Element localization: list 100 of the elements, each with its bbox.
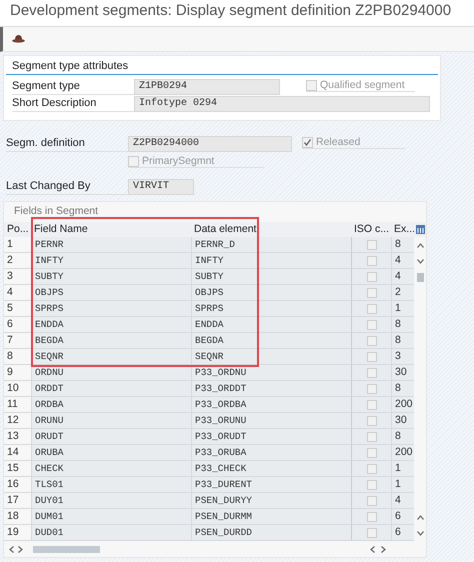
scroll-thumb[interactable] bbox=[416, 272, 424, 282]
iso-checkbox[interactable] bbox=[366, 304, 376, 314]
table-cell: PSEN_DURDD bbox=[191, 525, 351, 541]
column-header[interactable]: Data element bbox=[191, 222, 351, 237]
table-cell: 2 bbox=[391, 285, 414, 301]
iso-checkbox[interactable] bbox=[366, 432, 376, 442]
table-cell: BEGDA bbox=[191, 333, 351, 349]
input-field[interactable]: VIRVIT bbox=[128, 178, 194, 194]
table-cell: INFTY bbox=[191, 253, 351, 269]
table-cell: PERNR bbox=[31, 237, 191, 253]
table-cell: PERNR_D bbox=[191, 237, 351, 253]
scroll-down-icon[interactable] bbox=[416, 530, 424, 536]
iso-checkbox[interactable] bbox=[366, 528, 376, 538]
scroll-right-icon[interactable] bbox=[381, 546, 386, 552]
table-cell: SEQNR bbox=[31, 349, 191, 365]
table-cell: TLS01 bbox=[31, 477, 191, 493]
checkbox-icon[interactable] bbox=[128, 156, 139, 166]
input-field[interactable]: Z1PB0294 bbox=[134, 78, 280, 94]
input-field[interactable]: Infotype 0294 bbox=[134, 96, 430, 112]
table-cell: 6 bbox=[391, 525, 414, 541]
scroll-down-icon[interactable] bbox=[416, 258, 424, 264]
iso-checkbox[interactable] bbox=[366, 272, 376, 282]
iso-checkbox[interactable] bbox=[366, 288, 376, 298]
table-cell: ORUNU bbox=[31, 413, 191, 429]
row-number: 3 bbox=[4, 269, 31, 285]
row-number: 15 bbox=[4, 461, 31, 477]
table-cell: DUD01 bbox=[31, 525, 191, 541]
row-number: 12 bbox=[4, 413, 31, 429]
row-number: 11 bbox=[4, 397, 31, 413]
row-number: 13 bbox=[4, 429, 31, 445]
table-cell: 1 bbox=[391, 477, 414, 493]
column-settings-icon[interactable] bbox=[416, 225, 424, 234]
table-cell: P33_ORUBA bbox=[191, 445, 351, 461]
iso-checkbox[interactable] bbox=[366, 384, 376, 394]
table-cell: P33_ORDNU bbox=[191, 365, 351, 381]
scroll-right-icon[interactable] bbox=[18, 546, 23, 552]
checkbox-icon[interactable] bbox=[306, 80, 317, 90]
row-number: 7 bbox=[4, 333, 31, 349]
table-cell: 8 bbox=[391, 381, 414, 397]
table-cell: P33_ORDDT bbox=[191, 381, 351, 397]
table-cell: DUM01 bbox=[31, 509, 191, 525]
iso-checkbox[interactable] bbox=[366, 448, 376, 458]
table-cell: 1 bbox=[391, 301, 414, 317]
table-cell: 30 bbox=[391, 365, 414, 381]
iso-checkbox[interactable] bbox=[366, 368, 376, 378]
row-number: 4 bbox=[4, 285, 31, 301]
table-cell: OBJPS bbox=[31, 285, 191, 301]
hat-icon[interactable] bbox=[12, 35, 25, 43]
column-header[interactable]: Field Name bbox=[31, 222, 191, 237]
column-header[interactable]: Ex... bbox=[391, 222, 414, 237]
table-cell: 8 bbox=[391, 237, 414, 253]
iso-checkbox[interactable] bbox=[366, 240, 376, 250]
table-cell: ORUBA bbox=[31, 445, 191, 461]
row-number: 2 bbox=[4, 253, 31, 269]
column-header[interactable]: Po... bbox=[4, 222, 31, 237]
scroll-up-icon[interactable] bbox=[416, 514, 424, 520]
table-cell: CHECK bbox=[31, 461, 191, 477]
group-title: Segment type attributes bbox=[6, 58, 438, 75]
scroll-left-icon[interactable] bbox=[9, 546, 14, 552]
row-number: 6 bbox=[4, 317, 31, 333]
table-cell: INFTY bbox=[31, 253, 191, 269]
scroll-up-icon[interactable] bbox=[416, 242, 424, 248]
input-field[interactable]: Z2PB0294000 bbox=[128, 136, 292, 152]
row-number: 1 bbox=[4, 237, 31, 253]
row-number: 19 bbox=[4, 525, 31, 541]
table-cell: SEQNR bbox=[191, 349, 351, 365]
table-cell: P33_CHECK bbox=[191, 461, 351, 477]
iso-checkbox[interactable] bbox=[366, 464, 376, 474]
row-number: 17 bbox=[4, 493, 31, 509]
table-cell: ENDDA bbox=[191, 317, 351, 333]
table-cell: DUY01 bbox=[31, 493, 191, 509]
table-cell: ORUDT bbox=[31, 429, 191, 445]
iso-checkbox[interactable] bbox=[366, 480, 376, 490]
table-cell: SUBTY bbox=[191, 269, 351, 285]
iso-checkbox[interactable] bbox=[366, 416, 376, 426]
row-number: 5 bbox=[4, 301, 31, 317]
column-header[interactable]: ISO c... bbox=[351, 222, 391, 237]
iso-checkbox[interactable] bbox=[366, 400, 376, 410]
table-cell: BEGDA bbox=[31, 333, 191, 349]
row-number: 9 bbox=[4, 365, 31, 381]
table-cell: 3 bbox=[391, 349, 414, 365]
table-cell: ORDDT bbox=[31, 381, 191, 397]
table-cell: P33_ORUNU bbox=[191, 413, 351, 429]
table-cell: PSEN_DURMM bbox=[191, 509, 351, 525]
scroll-left-icon[interactable] bbox=[370, 546, 375, 552]
row-number: 18 bbox=[4, 509, 31, 525]
iso-checkbox[interactable] bbox=[366, 256, 376, 266]
table-cell: SUBTY bbox=[31, 269, 191, 285]
iso-checkbox[interactable] bbox=[366, 320, 376, 330]
iso-checkbox[interactable] bbox=[366, 352, 376, 362]
table-cell: 4 bbox=[391, 253, 414, 269]
checkbox-icon[interactable] bbox=[302, 136, 313, 148]
row-number: 14 bbox=[4, 445, 31, 461]
scroll-thumb[interactable] bbox=[33, 546, 100, 552]
iso-checkbox[interactable] bbox=[366, 496, 376, 506]
iso-checkbox[interactable] bbox=[366, 512, 376, 522]
table-cell: 30 bbox=[391, 413, 414, 429]
table-cell: 200 bbox=[391, 397, 414, 413]
table-cell: 200 bbox=[391, 445, 414, 461]
iso-checkbox[interactable] bbox=[366, 336, 376, 346]
